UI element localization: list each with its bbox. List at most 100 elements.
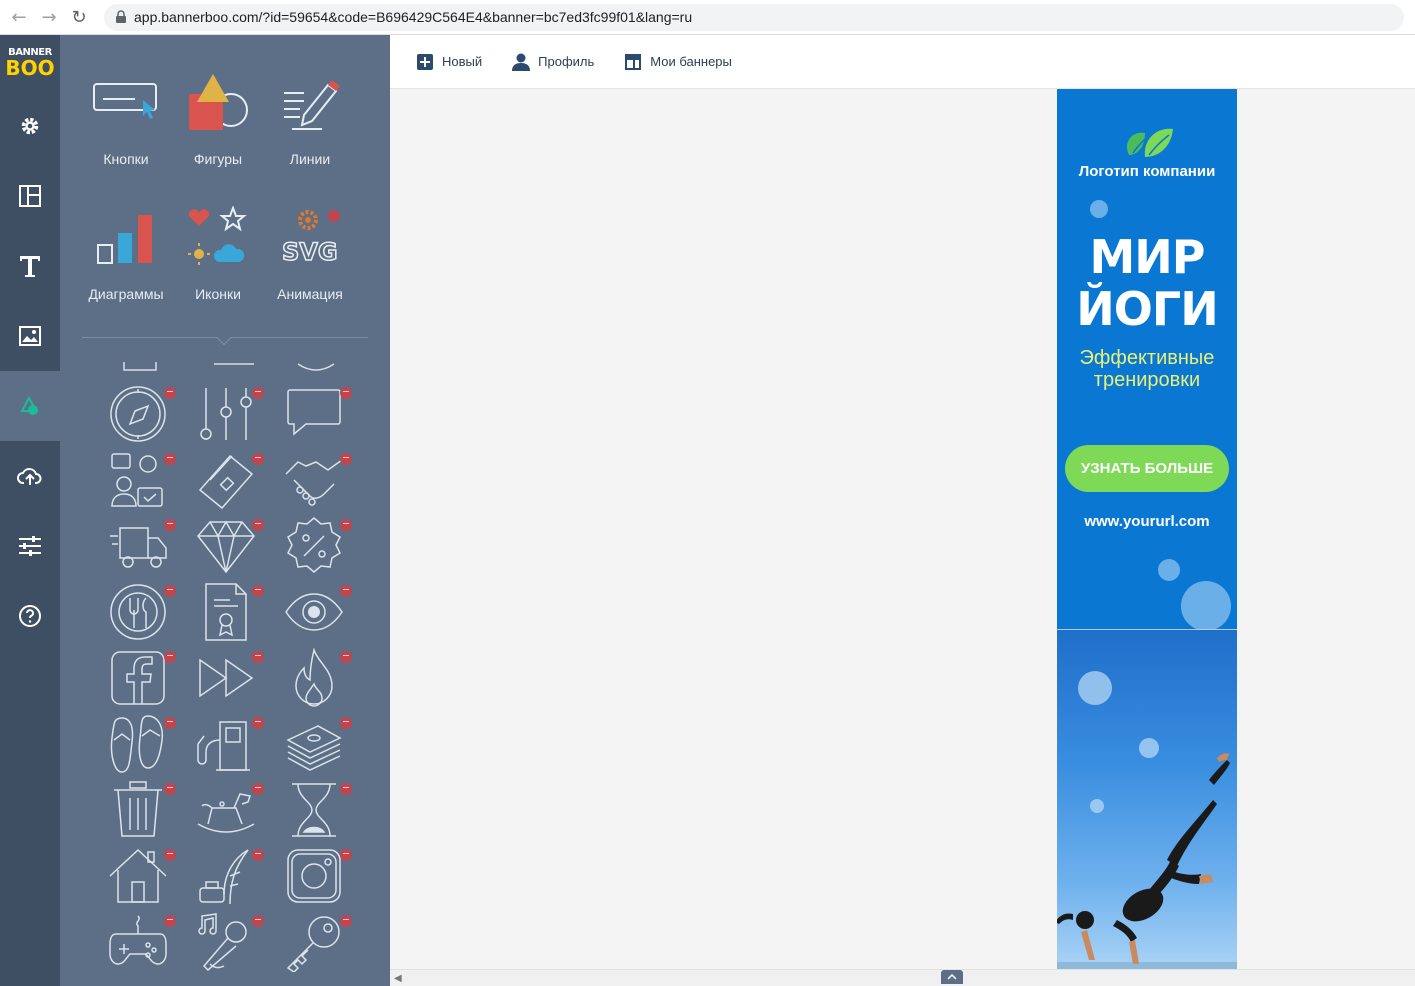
lock-icon bbox=[116, 10, 126, 23]
category-icons[interactable]: Иконки bbox=[172, 198, 264, 333]
icon-tile[interactable] bbox=[192, 645, 280, 711]
rail-upload[interactable] bbox=[0, 441, 60, 511]
icon-tile[interactable] bbox=[280, 447, 368, 513]
icon-tile[interactable] bbox=[104, 381, 192, 447]
icon-tile[interactable] bbox=[192, 447, 280, 513]
yoga-pose-illustration bbox=[1057, 671, 1237, 969]
layout-icon bbox=[625, 53, 642, 70]
icon-tile[interactable] bbox=[192, 711, 280, 777]
rail-adjust[interactable] bbox=[0, 511, 60, 581]
back-button[interactable]: ← bbox=[8, 6, 30, 28]
editor-canvas[interactable]: Логотип компании МИР ЙОГИ Эффективные тр… bbox=[390, 89, 1415, 969]
forward-button[interactable]: → bbox=[38, 6, 60, 28]
certificate-icon bbox=[205, 583, 247, 641]
address-bar[interactable]: app.bannerboo.com/?id=59654&code=B696429… bbox=[104, 3, 1404, 31]
compass-icon bbox=[110, 386, 166, 442]
icon-tile[interactable] bbox=[280, 843, 368, 909]
icon-tile[interactable] bbox=[104, 447, 192, 513]
banner-title-line-2: ЙОГИ bbox=[1076, 282, 1218, 336]
flip-flops-icon bbox=[110, 715, 164, 773]
decor-bubble bbox=[1181, 581, 1231, 631]
category-grid: Кнопки Фигуры Линии Диаграммы Иконки SVG… bbox=[80, 63, 360, 333]
rail-help[interactable] bbox=[0, 581, 60, 651]
icon-tile[interactable] bbox=[280, 909, 368, 975]
bannerboo-logo[interactable]: BANNER BOO bbox=[0, 35, 60, 91]
horizontal-scrollbar[interactable]: ◀ bbox=[390, 969, 1415, 986]
icon-tile[interactable] bbox=[104, 579, 192, 645]
icon-tile[interactable] bbox=[192, 513, 280, 579]
house-icon bbox=[109, 848, 167, 903]
banner-preview[interactable]: Логотип компании МИР ЙОГИ Эффективные тр… bbox=[1057, 89, 1237, 969]
icon-tile[interactable] bbox=[104, 711, 192, 777]
icon-tile[interactable] bbox=[280, 579, 368, 645]
icon-tile[interactable] bbox=[280, 711, 368, 777]
banner-subtitle-line-1: Эффективные bbox=[1079, 347, 1215, 369]
delivery-truck-icon bbox=[110, 527, 167, 568]
shapes-icon bbox=[20, 395, 38, 415]
banner-url: www.yoururl.com bbox=[1084, 513, 1210, 530]
sliders-icon bbox=[19, 536, 41, 556]
money-stack-icon bbox=[286, 725, 342, 771]
icon-tile[interactable] bbox=[104, 513, 192, 579]
my-banners-label: Мои баннеры bbox=[650, 54, 732, 69]
rail-text[interactable] bbox=[0, 231, 60, 301]
icon-tile[interactable] bbox=[104, 777, 192, 843]
icon-tile[interactable] bbox=[104, 645, 192, 711]
url-text: app.bannerboo.com/?id=59654&code=B696429… bbox=[134, 9, 693, 25]
icon-tile[interactable] bbox=[192, 579, 280, 645]
instagram-icon bbox=[287, 849, 341, 903]
logo-line-2: BOO bbox=[5, 56, 55, 80]
category-charts[interactable]: Диаграммы bbox=[80, 198, 172, 333]
icon-tile[interactable] bbox=[192, 381, 280, 447]
bar-chart-icon bbox=[97, 215, 152, 264]
category-shapes[interactable]: Фигуры bbox=[172, 63, 264, 198]
button-cursor-icon bbox=[93, 83, 157, 119]
category-label: Фигуры bbox=[193, 151, 243, 167]
icon-tile[interactable] bbox=[280, 645, 368, 711]
category-animation[interactable]: SVG Анимация bbox=[264, 198, 356, 333]
new-banner-button[interactable]: Новый bbox=[416, 53, 482, 71]
rail-image[interactable] bbox=[0, 301, 60, 371]
layout-icon bbox=[19, 185, 41, 207]
icon-tile[interactable] bbox=[280, 513, 368, 579]
icon-tile[interactable] bbox=[280, 777, 368, 843]
ink-feather-icon bbox=[199, 849, 249, 905]
icons-set-icon bbox=[188, 206, 247, 265]
category-label: Кнопки bbox=[103, 151, 149, 167]
icon-tile[interactable] bbox=[104, 909, 192, 975]
my-banners-button[interactable]: Мои баннеры bbox=[624, 53, 732, 71]
rail-layout[interactable] bbox=[0, 161, 60, 231]
banner-subtitle: Эффективные тренировки bbox=[1057, 347, 1237, 391]
icon-tile[interactable] bbox=[280, 381, 368, 447]
browser-toolbar: ← → ↻ app.bannerboo.com/?id=59654&code=B… bbox=[0, 0, 1415, 35]
rocking-horse-icon bbox=[197, 793, 255, 833]
banner-title-line-1: МИР bbox=[1089, 230, 1206, 284]
fast-forward-icon bbox=[199, 658, 254, 698]
collapse-panel-button[interactable] bbox=[941, 970, 963, 984]
handshake-icon bbox=[285, 459, 343, 506]
reload-button[interactable]: ↻ bbox=[68, 6, 90, 28]
category-lines[interactable]: Линии bbox=[264, 63, 356, 198]
rail-shapes[interactable] bbox=[0, 371, 60, 441]
icon-tile[interactable] bbox=[104, 843, 192, 909]
pencil-lines-icon bbox=[284, 80, 340, 130]
gas-station-icon bbox=[197, 721, 250, 771]
partial-icons-row bbox=[123, 362, 335, 371]
image-icon bbox=[19, 326, 41, 346]
learn-more-button[interactable]: УЗНАТЬ БОЛЬШЕ bbox=[1065, 445, 1229, 492]
icon-tile[interactable] bbox=[192, 909, 280, 975]
rail-settings[interactable] bbox=[0, 91, 60, 161]
category-buttons[interactable]: Кнопки bbox=[80, 63, 172, 198]
leaf-logo-icon bbox=[1126, 128, 1173, 157]
decor-bubble bbox=[1090, 200, 1108, 218]
panel-divider-notch bbox=[216, 330, 232, 346]
icon-tile[interactable] bbox=[192, 843, 280, 909]
eye-icon bbox=[285, 593, 343, 631]
scroll-left-arrow[interactable]: ◀ bbox=[394, 973, 402, 984]
category-label: Анимация bbox=[277, 286, 343, 302]
gamepad-icon bbox=[109, 915, 167, 965]
gear-icon bbox=[21, 117, 39, 135]
shapes-icon bbox=[189, 74, 248, 130]
icon-tile[interactable] bbox=[192, 777, 280, 843]
profile-button[interactable]: Профиль bbox=[512, 53, 594, 71]
